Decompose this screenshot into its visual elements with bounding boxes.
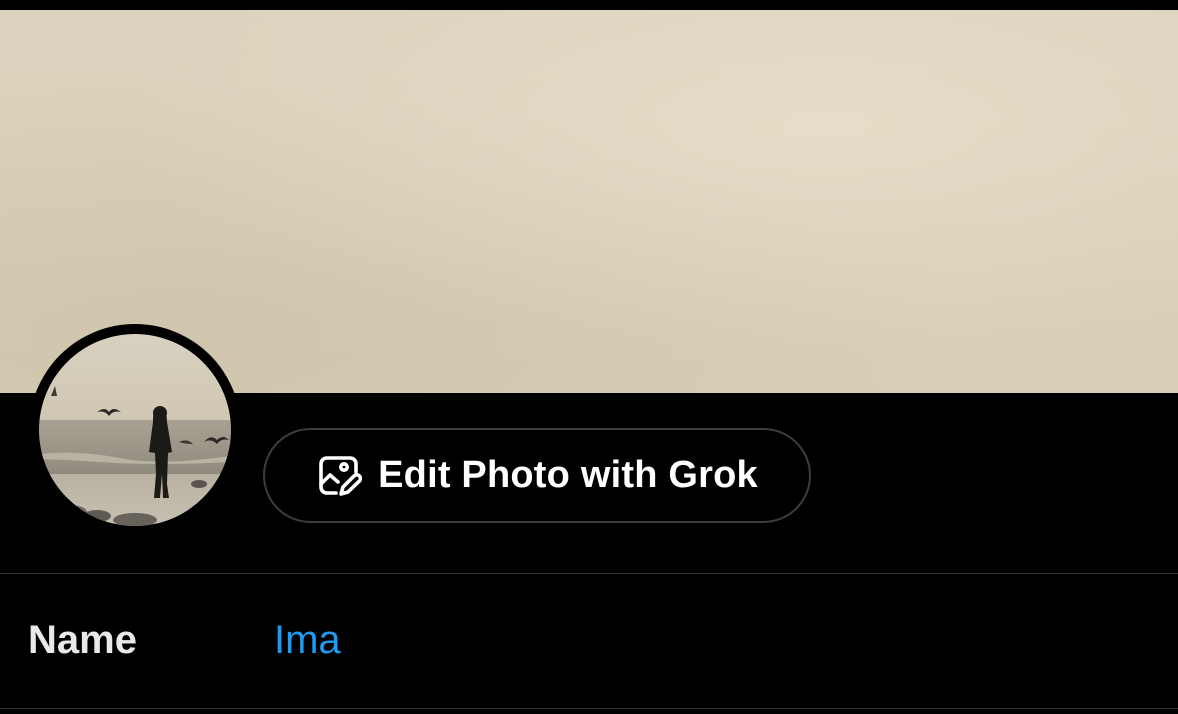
avatar-photo — [39, 334, 231, 526]
status-bar-strip — [0, 0, 1178, 10]
profile-avatar[interactable] — [29, 324, 241, 536]
edit-photo-button-label: Edit Photo with Grok — [378, 454, 758, 496]
edit-photo-with-grok-button[interactable]: Edit Photo with Grok — [263, 428, 811, 523]
name-input[interactable] — [274, 608, 1154, 672]
edit-profile-screen: Edit Photo with Grok Name — [0, 0, 1178, 714]
name-field-label: Name — [28, 618, 137, 662]
name-field-row: Name — [0, 574, 1178, 708]
image-edit-icon — [316, 453, 363, 499]
section-divider-bottom — [0, 708, 1178, 709]
